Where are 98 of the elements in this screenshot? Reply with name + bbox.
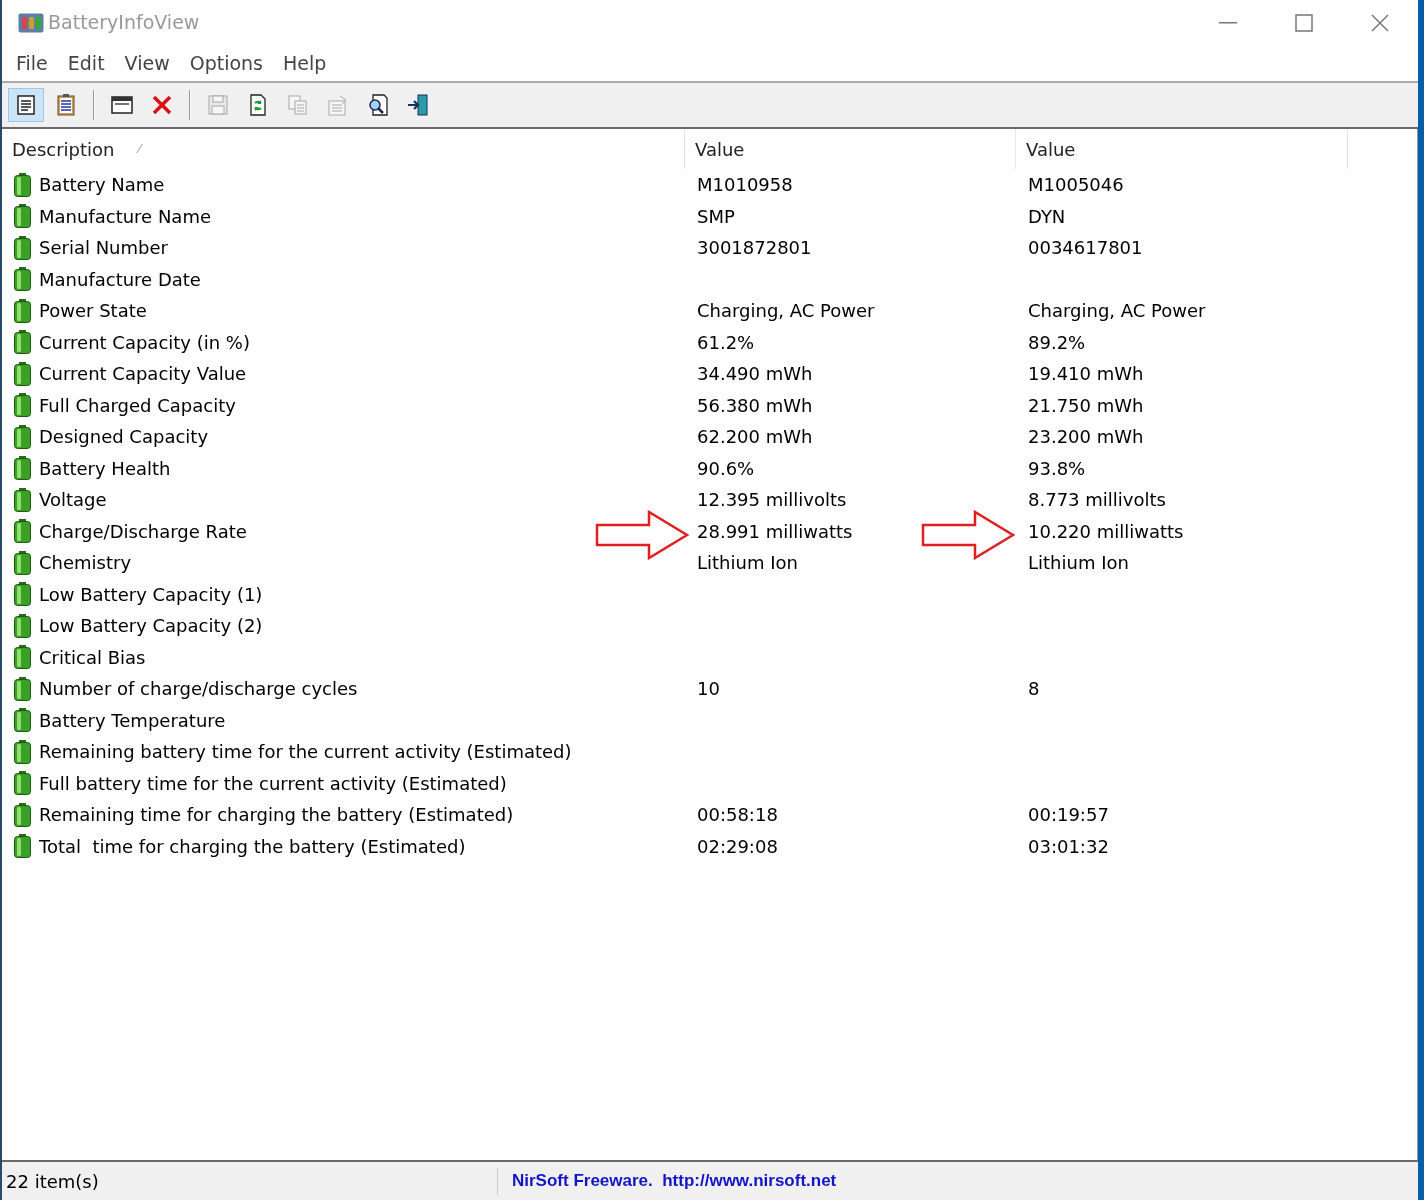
window-icon [110,93,134,117]
row-description[interactable]: Number of charge/discharge cycles [39,675,358,703]
column-header[interactable]: Value [1016,129,1348,169]
row-description[interactable]: Manufacture Name [39,202,211,230]
value-cell-text: Lithium Ion [696,551,798,576]
battery-icon [14,802,31,827]
value-cell-text: 8 [1027,677,1040,702]
close-icon [1371,13,1389,32]
value-cell-text: 03:01:32 [1027,834,1109,859]
item-count: 22 item(s) [2,1167,498,1195]
battery-icon [14,235,31,260]
menu-item[interactable]: File [6,48,58,78]
battery-icon [14,172,31,197]
column-header[interactable]: Value [685,129,1016,169]
window-title: BatteryInfoView [48,10,200,36]
battery-icon [14,613,31,638]
battery-icon [14,330,31,355]
row-description[interactable]: Total time for charging the battery (Estimated) [39,832,466,860]
row-description[interactable]: Voltage [39,486,107,514]
battery-icon [14,298,31,323]
battery-icon [14,550,31,575]
clipboard-icon [54,93,78,117]
row-description[interactable]: Critical Bias [39,643,146,671]
battery-icon [14,456,31,481]
magnifier-document-icon [366,93,390,117]
value-cell-text: 3001872801 [696,236,812,261]
value-cell-text: 28.991 milliwatts [696,519,853,544]
value-cell-text: 10 [696,677,720,702]
menu-item[interactable]: Edit [57,48,115,78]
value-cell-text: 02:29:08 [696,834,778,859]
value-cell-text: 00:58:18 [696,803,778,828]
value-cell-text: 89.2% [1027,330,1086,355]
row-description[interactable]: Charge/Discharge Rate [39,517,247,545]
row-description[interactable]: Power State [39,297,147,325]
value-cell-text: 90.6% [696,456,755,481]
row-description[interactable]: Full battery time for the current activity (Estimated) [39,769,507,797]
value-cell-text: 00:19:57 [1027,803,1109,828]
row-description[interactable]: Chemistry [39,549,132,577]
battery-icon [14,204,31,229]
row-description[interactable]: Remaining time for charging the battery (Estimated) [39,801,514,829]
delete-icon [150,93,174,117]
row-description[interactable]: Current Capacity (in %) [39,328,250,356]
value-cell-text: 23.200 mWh [1027,425,1144,450]
value-cell-text: 62.200 mWh [696,425,813,450]
battery-icon [14,487,31,512]
value-cell-text: 61.2% [696,330,755,355]
credit-link[interactable]: NirSoft Freeware. http://www.nirsoft.net [498,1168,837,1194]
row-description[interactable]: Low Battery Capacity (1) [39,580,263,608]
value-cell-text: 21.750 mWh [1027,393,1144,418]
list-view-icon [14,93,38,117]
value-cell-text: SMP [696,204,735,229]
row-description[interactable]: Serial Number [39,234,168,262]
menu-item[interactable]: View [114,48,180,78]
value-cell-text: Lithium Ion [1027,551,1129,576]
battery-icon [14,582,31,607]
row-description[interactable]: Current Capacity Value [39,360,247,388]
value-cell-text: 12.395 millivolts [696,488,847,513]
exit-door-icon [406,93,430,117]
battery-icon [14,739,31,764]
battery-icon [14,393,31,418]
value-cell-text: M1010958 [696,173,793,198]
row-description[interactable]: Designed Capacity [39,423,209,451]
row-description[interactable]: Low Battery Capacity (2) [39,612,263,640]
value-cell-text: 8.773 millivolts [1027,488,1166,513]
battery-icon [14,424,31,449]
row-description[interactable]: Manufacture Date [39,265,201,293]
battery-icon [14,834,31,859]
row-description[interactable]: Battery Health [39,454,171,482]
menu-item[interactable]: Help [273,48,337,78]
app-icon [18,12,44,33]
value-cell-text: 19.410 mWh [1027,362,1144,387]
list-view-button[interactable] [8,88,44,122]
row-description[interactable]: Full Charged Capacity [39,391,236,419]
minimize-icon [1219,21,1237,24]
value-cell-text: 34.490 mWh [696,362,813,387]
column-header[interactable]: Description ⁄ [2,129,685,169]
battery-icon [14,645,31,670]
battery-icon [14,708,31,733]
row-description[interactable]: Remaining battery time for the current activity (Estimated) [39,738,572,766]
value-cell-text: DYN [1027,204,1066,229]
battery-icon [14,267,31,292]
row-description[interactable]: Battery Temperature [39,706,226,734]
battery-icon [14,676,31,701]
value-cell-text: 93.8% [1027,456,1086,481]
value-cell-text: 56.380 mWh [696,393,813,418]
battery-icon [14,361,31,386]
value-cell-text: 0034617801 [1027,236,1143,261]
value-cell-text: M1005046 [1027,173,1124,198]
battery-icon [14,519,31,544]
copy-icon [286,93,310,117]
row-description[interactable]: Battery Name [39,171,165,199]
value-cell-text: Charging, AC Power [696,299,875,324]
maximize-icon [1295,13,1313,32]
menu-item[interactable]: Options [179,48,273,78]
sort-indicator: ⁄ [138,141,141,158]
value-cell-text: Charging, AC Power [1027,299,1206,324]
battery-icon [14,771,31,796]
value-cell-text: 10.220 milliwatts [1027,519,1184,544]
